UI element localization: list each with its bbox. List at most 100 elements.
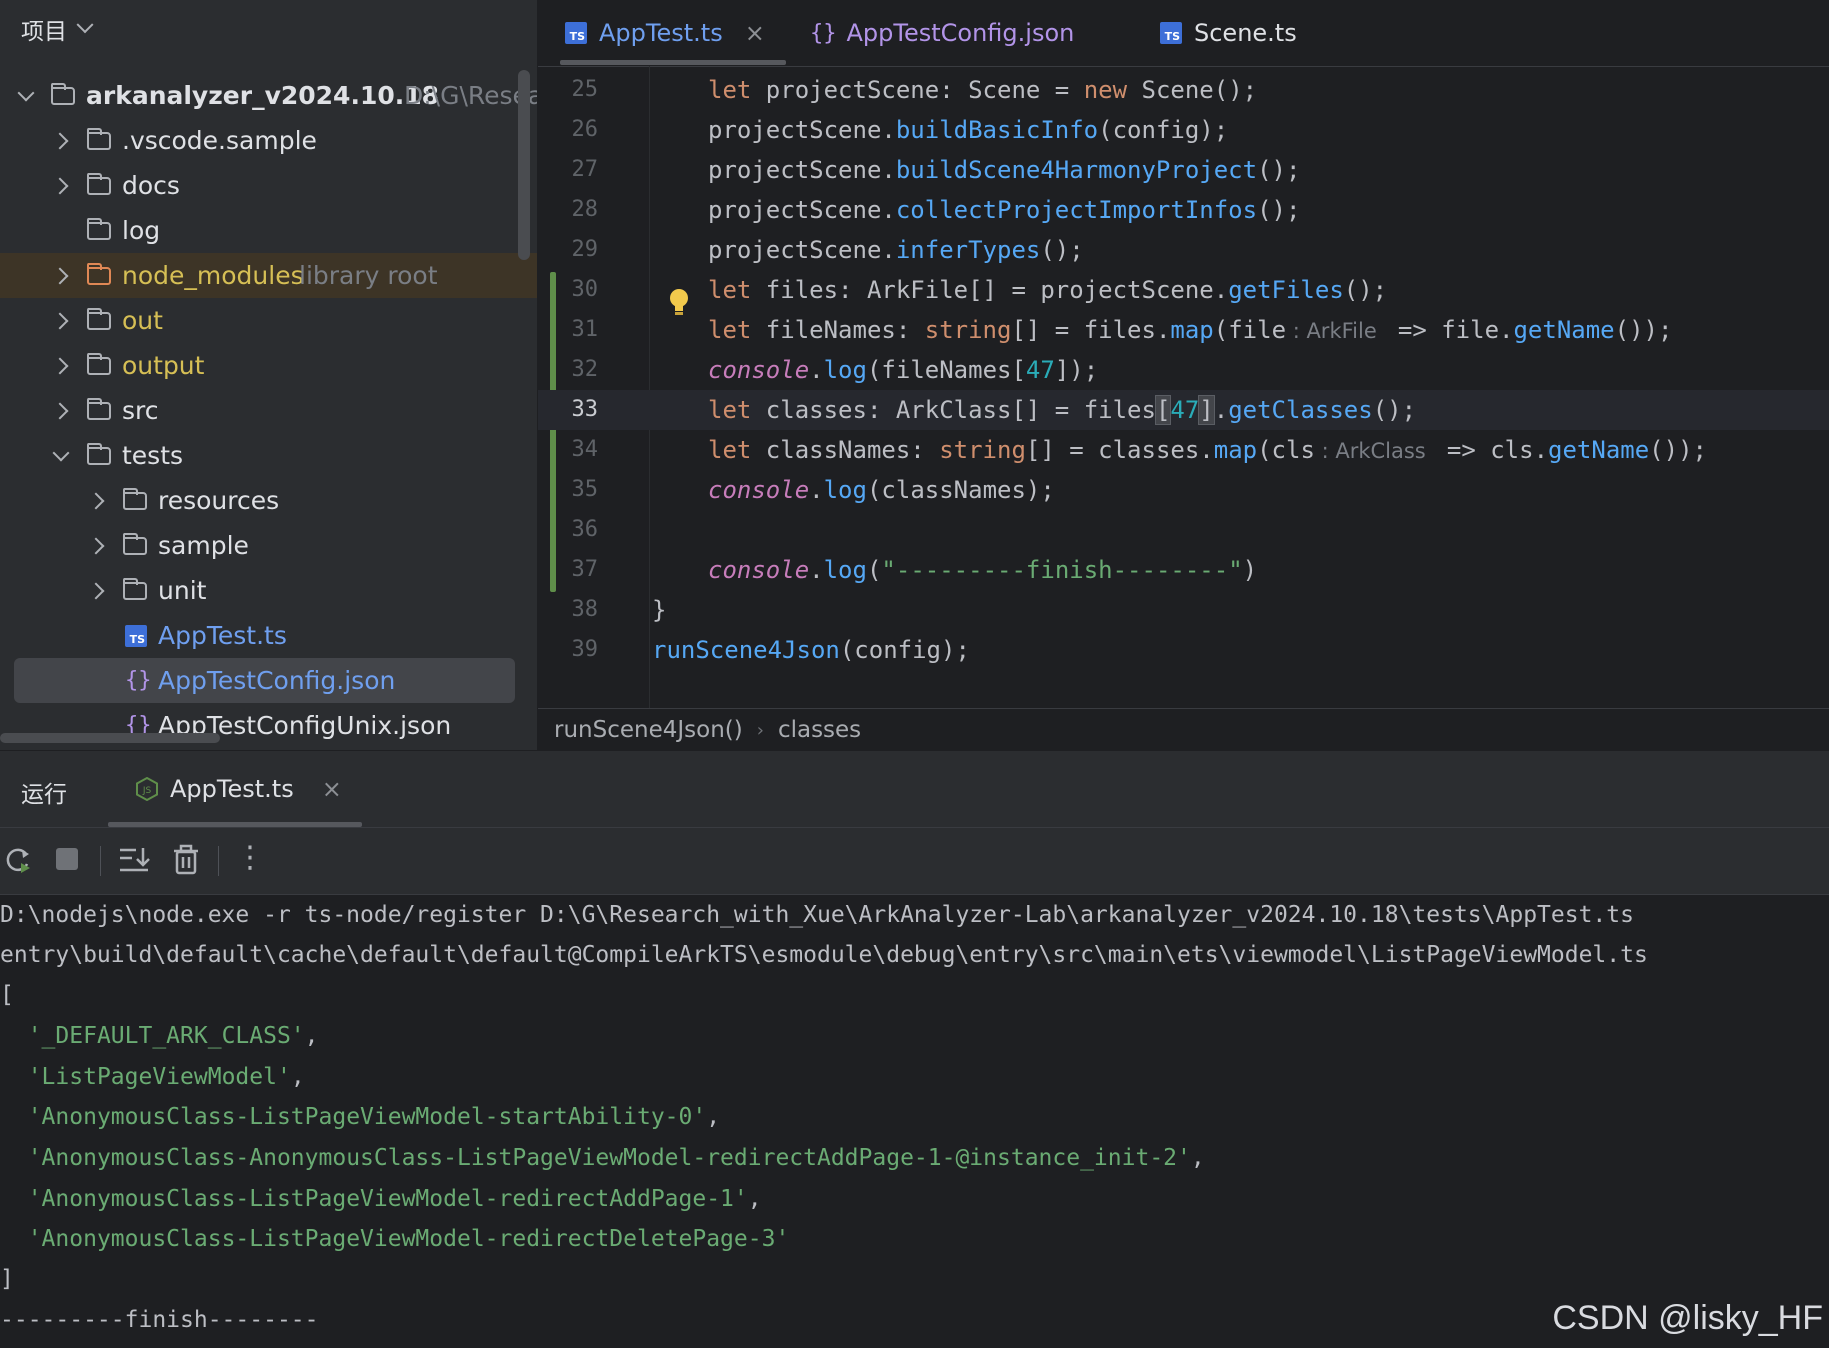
tab-apptestconfig-json[interactable]: {} AppTestConfig.json bbox=[810, 0, 1074, 66]
breadcrumb-item-function[interactable]: runScene4Json() bbox=[554, 717, 743, 743]
chevron-down-icon[interactable] bbox=[17, 84, 35, 101]
close-icon[interactable]: × bbox=[322, 775, 342, 803]
code-line-39[interactable]: 39 runScene4Json(config); bbox=[538, 630, 1829, 670]
console-line: '_DEFAULT_ARK_CLASS', bbox=[27, 1023, 319, 1049]
line-number: 29 bbox=[571, 237, 599, 262]
rerun-icon[interactable] bbox=[0, 842, 36, 878]
chevron-right-icon[interactable] bbox=[51, 267, 69, 284]
code-text: let projectScene: Scene = new Scene(); bbox=[708, 76, 1258, 104]
tree-item-node-modules[interactable]: node_modules library root bbox=[0, 253, 537, 298]
tree-item-label: src bbox=[122, 396, 159, 425]
code-line-27[interactable]: 27 projectScene.buildScene4HarmonyProjec… bbox=[538, 150, 1829, 190]
console-line: ---------finish-------- bbox=[0, 1307, 319, 1333]
project-panel-title[interactable]: 项目 bbox=[21, 12, 67, 46]
project-tree: arkanalyzer_v2024.10.18 D:\G\Resea .vsco… bbox=[0, 73, 537, 748]
code-line-25[interactable]: 25 let projectScene: Scene = new Scene()… bbox=[538, 70, 1829, 110]
run-toolbar: ⋮ bbox=[0, 828, 1829, 895]
line-number: 30 bbox=[571, 277, 599, 302]
tab-run-apptest[interactable]: JS AppTest.ts × bbox=[136, 769, 342, 809]
tab-label: AppTestConfig.json bbox=[846, 19, 1075, 47]
code-line-36[interactable]: 36 bbox=[538, 510, 1829, 550]
project-panel-header[interactable]: 项目 bbox=[0, 0, 537, 58]
chevron-right-icon[interactable] bbox=[51, 132, 69, 149]
tab-apptest-ts[interactable]: TS AppTest.ts × bbox=[565, 0, 765, 66]
code-line-26[interactable]: 26 projectScene.buildBasicInfo(config); bbox=[538, 110, 1829, 150]
console-line: 'AnonymousClass-ListPageViewModel-redire… bbox=[27, 1226, 790, 1252]
tree-item-log[interactable]: log bbox=[0, 208, 537, 253]
tree-item-sample[interactable]: sample bbox=[0, 523, 537, 568]
code-line-29[interactable]: 29 projectScene.inferTypes(); bbox=[538, 230, 1829, 270]
breadcrumb-separator: › bbox=[756, 719, 764, 741]
line-number: 31 bbox=[571, 317, 599, 342]
more-icon[interactable]: ⋮ bbox=[232, 840, 268, 876]
tree-item-vscode-sample[interactable]: .vscode.sample bbox=[0, 118, 537, 163]
chevron-right-icon[interactable] bbox=[51, 312, 69, 329]
code-text: console.log(classNames); bbox=[708, 476, 1055, 504]
chevron-right-icon[interactable] bbox=[87, 492, 105, 509]
line-number: 27 bbox=[571, 157, 599, 182]
lightbulb-icon[interactable] bbox=[665, 284, 701, 324]
tab-scene-ts[interactable]: TS Scene.ts bbox=[1160, 0, 1297, 66]
code-line-38[interactable]: 38 } bbox=[538, 590, 1829, 630]
tree-item-docs[interactable]: docs bbox=[0, 163, 537, 208]
tree-item-resources[interactable]: resources bbox=[0, 478, 537, 523]
code-line-28[interactable]: 28 projectScene.collectProjectImportInfo… bbox=[538, 190, 1829, 230]
tree-item-label: AppTest.ts bbox=[158, 621, 287, 650]
active-tab-indicator bbox=[560, 60, 786, 65]
matched-bracket: [ bbox=[1154, 395, 1172, 425]
chevron-right-icon[interactable] bbox=[87, 582, 105, 599]
code-line-30[interactable]: 30 let files: ArkFile[] = projectScene.g… bbox=[538, 270, 1829, 310]
code-area[interactable]: 25 let projectScene: Scene = new Scene()… bbox=[538, 70, 1829, 708]
console-line: 'AnonymousClass-AnonymousClass-ListPageV… bbox=[27, 1145, 1205, 1171]
tree-item-label: arkanalyzer_v2024.10.18 bbox=[86, 81, 440, 110]
tree-item-out[interactable]: out bbox=[0, 298, 537, 343]
chevron-right-icon[interactable] bbox=[51, 177, 69, 194]
project-horizontal-scrollbar[interactable] bbox=[0, 733, 220, 743]
breadcrumb: runScene4Json() › classes bbox=[538, 708, 1829, 751]
code-line-34[interactable]: 34 let classNames: string[] = classes.ma… bbox=[538, 430, 1829, 470]
code-line-33[interactable]: 33 let classes: ArkClass[] = files[47].g… bbox=[538, 390, 1829, 430]
chevron-right-icon[interactable] bbox=[51, 402, 69, 419]
watermark: CSDN @lisky_HF bbox=[1552, 1299, 1823, 1337]
line-number: 26 bbox=[571, 117, 599, 142]
code-line-32[interactable]: 32 console.log(fileNames[47]); bbox=[538, 350, 1829, 390]
scroll-to-end-icon[interactable] bbox=[116, 842, 152, 878]
run-panel: 运行 JS AppTest.ts × ⋮ D:\nodejs\node.exe … bbox=[0, 751, 1829, 1348]
line-number: 37 bbox=[571, 557, 599, 582]
console-line: ] bbox=[0, 1266, 14, 1292]
breadcrumb-item-variable[interactable]: classes bbox=[778, 717, 861, 743]
tree-item-output[interactable]: output bbox=[0, 343, 537, 388]
stop-icon[interactable] bbox=[50, 842, 86, 878]
code-line-37[interactable]: 37 console.log("---------finish--------"… bbox=[538, 550, 1829, 590]
json-file-icon: {} bbox=[810, 20, 837, 46]
console-line: entry\build\default\cache\default\defaul… bbox=[0, 942, 1648, 968]
inlay-type-hint: : ArkFile bbox=[1286, 319, 1384, 343]
tree-item-tests[interactable]: tests bbox=[0, 433, 537, 478]
folder-icon bbox=[87, 352, 111, 375]
clear-icon[interactable] bbox=[168, 842, 204, 878]
typescript-file-icon: TS bbox=[1160, 22, 1182, 44]
chevron-down-icon[interactable] bbox=[76, 16, 94, 34]
tree-item-label: tests bbox=[122, 441, 184, 470]
code-line-31[interactable]: 31 let fileNames: string[] = files.map(f… bbox=[538, 310, 1829, 350]
project-vertical-scrollbar[interactable] bbox=[518, 70, 530, 260]
project-panel: 项目 arkanalyzer_v2024.10.18 D:\G\Resea .v… bbox=[0, 0, 537, 750]
close-icon[interactable]: × bbox=[745, 19, 765, 47]
tree-item-src[interactable]: src bbox=[0, 388, 537, 433]
library-folder-icon bbox=[87, 262, 111, 285]
code-line-35[interactable]: 35 console.log(classNames); bbox=[538, 470, 1829, 510]
run-tab-label: AppTest.ts bbox=[170, 775, 294, 803]
tab-label: AppTest.ts bbox=[599, 19, 723, 47]
run-panel-title: 运行 bbox=[21, 782, 67, 808]
tree-item-root[interactable]: arkanalyzer_v2024.10.18 D:\G\Resea bbox=[0, 73, 537, 118]
tree-item-library-hint: library root bbox=[299, 261, 438, 290]
tree-item-unit[interactable]: unit bbox=[0, 568, 537, 613]
code-text: let files: ArkFile[] = projectScene.getF… bbox=[708, 276, 1388, 304]
chevron-right-icon[interactable] bbox=[51, 357, 69, 374]
line-number: 32 bbox=[571, 357, 599, 382]
chevron-right-icon[interactable] bbox=[87, 537, 105, 554]
chevron-down-icon[interactable] bbox=[52, 444, 70, 461]
console-output[interactable]: D:\nodejs\node.exe -r ts-node/register D… bbox=[0, 895, 1829, 1348]
tree-item-apptest-ts[interactable]: TS AppTest.ts bbox=[0, 613, 537, 658]
tree-item-apptestconfig-json[interactable]: {} AppTestConfig.json bbox=[14, 658, 515, 703]
